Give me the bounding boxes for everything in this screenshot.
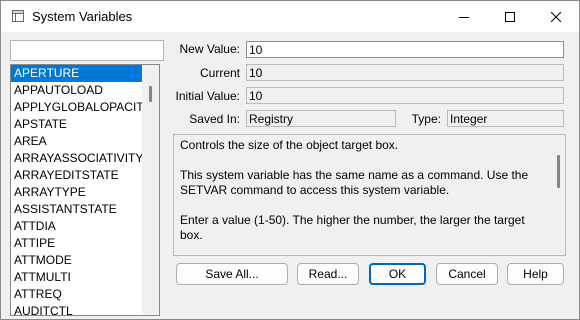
close-button[interactable] xyxy=(533,1,579,32)
variable-list-item[interactable]: ASSISTANTSTATE xyxy=(11,201,142,218)
variable-list-item[interactable]: ATTMODE xyxy=(11,252,142,269)
description-scroll-thumb[interactable] xyxy=(557,155,560,188)
window-title: System Variables xyxy=(32,9,133,24)
dialog-body: APERTURE APPAUTOLOAD APPLYGLOBALOPACIT APST… xyxy=(1,32,579,319)
maximize-icon xyxy=(505,11,515,22)
description-paragraph: Enter a value (1-50). The higher the num… xyxy=(180,213,525,242)
close-icon xyxy=(551,11,561,22)
description-paragraph: Controls the size of the object target b… xyxy=(180,138,399,152)
description-panel[interactable]: Controls the size of the object target b… xyxy=(173,134,566,256)
system-variables-dialog: System Variables APERTURE APPAUTOLOAD APPL… xyxy=(0,0,580,320)
variable-list-item[interactable]: APPAUTOLOAD xyxy=(11,82,142,99)
type-field: Integer xyxy=(447,110,564,127)
variable-list-item[interactable]: AUDITCTL xyxy=(11,303,142,315)
window-app-icon xyxy=(12,10,24,22)
cancel-button[interactable]: Cancel xyxy=(436,263,498,285)
saved-in-field: Registry xyxy=(246,110,396,127)
new-value-input[interactable]: 10 xyxy=(246,41,564,58)
description-text: Controls the size of the object target b… xyxy=(180,138,542,255)
variable-list-scrollbar[interactable] xyxy=(142,65,159,315)
variable-list-item[interactable]: APSTATE xyxy=(11,116,142,133)
initial-value-field: 10 xyxy=(246,87,564,104)
variable-list-item[interactable]: ARRAYTYPE xyxy=(11,184,142,201)
maximize-button[interactable] xyxy=(487,1,533,32)
minimize-icon xyxy=(459,16,469,18)
help-button[interactable]: Help xyxy=(507,263,564,285)
variable-list-item[interactable]: ARRAYASSOCIATIVITY xyxy=(11,150,142,167)
current-label: Current xyxy=(199,66,240,80)
variable-list-item[interactable]: ATTMULTI xyxy=(11,269,142,286)
variable-list-item[interactable]: APERTURE xyxy=(11,65,142,82)
variable-list-item[interactable]: ATTREQ xyxy=(11,286,142,303)
new-value-label: New Value: xyxy=(179,42,240,56)
current-value-field: 10 xyxy=(246,64,564,81)
variable-list-item[interactable]: ATTDIA xyxy=(11,218,142,235)
variable-list-scroll-thumb[interactable] xyxy=(149,86,152,102)
variable-list-item[interactable]: ATTIPE xyxy=(11,235,142,252)
type-label: Type: xyxy=(411,112,441,126)
description-paragraph: This system variable has the same name a… xyxy=(180,168,529,197)
variable-list-items: APERTURE APPAUTOLOAD APPLYGLOBALOPACIT APST… xyxy=(11,65,159,315)
saved-in-label: Saved In: xyxy=(189,112,240,126)
variable-list-item[interactable]: AREA xyxy=(11,133,142,150)
title-bar[interactable]: System Variables xyxy=(1,1,579,32)
initial-value-label: Initial Value: xyxy=(175,89,240,103)
ok-button[interactable]: OK xyxy=(369,263,426,285)
variable-list[interactable]: APERTURE APPAUTOLOAD APPLYGLOBALOPACIT APST… xyxy=(10,64,160,316)
variable-search-input[interactable] xyxy=(10,40,164,61)
minimize-button[interactable] xyxy=(441,1,487,32)
save-all-button[interactable]: Save All... xyxy=(176,263,288,285)
variable-list-item[interactable]: ARRAYEDITSTATE xyxy=(11,167,142,184)
read-button[interactable]: Read... xyxy=(297,263,359,285)
variable-list-item[interactable]: APPLYGLOBALOPACIT xyxy=(11,99,142,116)
